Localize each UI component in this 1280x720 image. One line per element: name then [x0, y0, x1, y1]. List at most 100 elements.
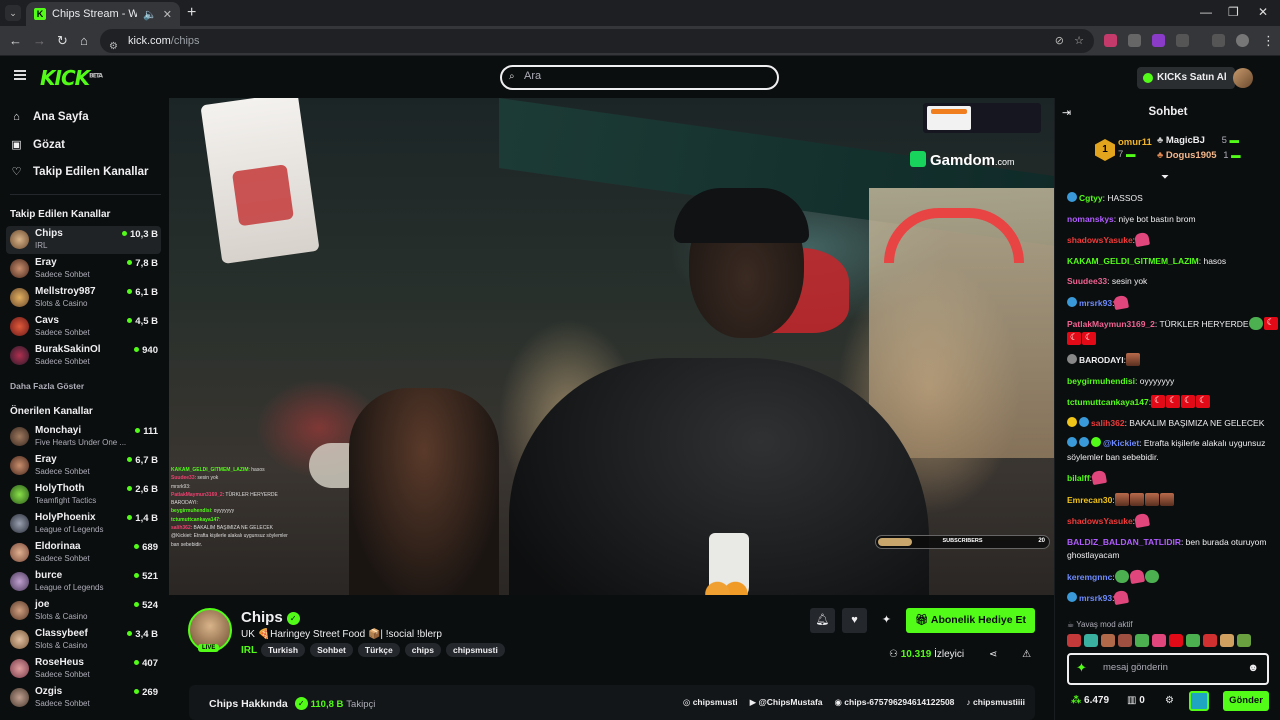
follow-heart-button[interactable]: ♥ [842, 608, 867, 633]
back-icon[interactable]: ← [9, 33, 22, 48]
search-box[interactable]: ⌕ [500, 65, 779, 90]
kick-logo[interactable]: KICKBETA [40, 66, 103, 90]
emoji-icon[interactable]: ☻ [1247, 662, 1259, 674]
tag[interactable]: Turkish [261, 643, 306, 657]
channel-classybeef[interactable]: Classybeef Slots & Casino 3,4 B [6, 626, 161, 654]
show-more-link[interactable]: Daha Fazla Göster [10, 381, 84, 391]
chat-username[interactable]: bilalff [1067, 473, 1090, 483]
chat-username[interactable]: shadowsYasuke [1067, 516, 1133, 526]
tab-mute-icon[interactable]: 🔈 [143, 8, 157, 21]
forward-icon[interactable]: → [33, 33, 46, 48]
reload-icon[interactable]: ↻ [57, 33, 68, 49]
chat-username[interactable]: mrsrk93 [1079, 298, 1112, 308]
address-bar[interactable]: ⚙ kick.com/chips ⊘ ☆ [100, 29, 1094, 53]
chat-badge-icon[interactable] [1189, 691, 1209, 711]
chat-username[interactable]: tctumuttcankaya147 [1067, 397, 1149, 407]
tag[interactable]: chipsmusti [445, 643, 505, 657]
chat-username[interactable]: beygirmuhendisi [1067, 376, 1135, 386]
chat-username[interactable]: BALDIZ_BALDAN_TATLIDIR [1067, 537, 1181, 547]
bookmark-star-icon[interactable]: ☆ [1074, 29, 1084, 53]
home-browser-icon[interactable]: ⌂ [80, 33, 88, 48]
tag[interactable]: Sohbet [310, 643, 353, 657]
emote-button[interactable] [1237, 634, 1251, 647]
channel-eray[interactable]: Eray Sadece Sohbet 6,7 B [6, 452, 161, 480]
channel-holyphoenix[interactable]: HolyPhoenix League of Legends 1,4 B [6, 510, 161, 538]
profile-icon[interactable] [1236, 34, 1249, 47]
channel-mellstroy987[interactable]: Mellstroy987 Slots & Casino 6,1 B [6, 284, 161, 312]
stream-category[interactable]: IRL [241, 645, 257, 656]
channel-roseheus[interactable]: RoseHeus Sadece Sohbet 407 [6, 655, 161, 683]
report-icon[interactable]: ⚠ [1022, 649, 1031, 660]
chat-settings-icon[interactable]: ⚙ [1165, 695, 1174, 706]
tab-search-icon[interactable]: ⌄ [5, 5, 21, 21]
emote-button[interactable] [1203, 634, 1217, 647]
browser-menu-icon[interactable]: ⋮ [1262, 33, 1275, 49]
tag[interactable]: Türkçe [357, 643, 400, 657]
video-player[interactable]: Gamdom.com KAKAM_GELDI_GITMEM_LAZIM: has… [169, 98, 1054, 595]
chat-filter-icon[interactable]: ⏷ [1161, 172, 1169, 183]
chat-username[interactable]: @Kickiet [1103, 438, 1139, 448]
discord-link[interactable]: ◉ chips-675796294614122508 [835, 697, 955, 708]
chat-username[interactable]: PatlakMaymun3169_2 [1067, 319, 1155, 329]
channel-eray[interactable]: Eray Sadece Sohbet 7,8 B [6, 255, 161, 283]
user-avatar[interactable] [1233, 68, 1253, 88]
extensions-puzzle-icon[interactable] [1176, 34, 1189, 47]
streamer-name[interactable]: Chips ✓ [241, 609, 300, 626]
eye-off-icon[interactable]: ⊘ [1055, 29, 1064, 53]
minimize-icon[interactable]: — [1200, 5, 1212, 19]
notification-bell-button[interactable]: 🔔︎ [810, 608, 835, 633]
new-tab-icon[interactable]: + [187, 4, 196, 22]
emote-button[interactable] [1135, 634, 1149, 647]
send-button[interactable]: Gönder [1223, 691, 1269, 711]
channel-holythoth[interactable]: HolyThoth Teamfight Tactics 2,6 B [6, 481, 161, 509]
chat-username[interactable]: KAKAM_GELDI_GITMEM_LAZIM [1067, 256, 1199, 266]
chat-username[interactable]: keremgnnc [1067, 572, 1112, 582]
chat-username[interactable]: BARODAYI [1079, 355, 1124, 365]
nav-following[interactable]: ♡ Takip Edilen Kanallar [10, 165, 149, 179]
emote-button[interactable] [1118, 634, 1132, 647]
emote-button[interactable] [1101, 634, 1115, 647]
share-icon[interactable]: ⋖ [989, 649, 997, 660]
extension-icon[interactable] [1152, 34, 1165, 47]
nav-home[interactable]: ⌂ Ana Sayfa [10, 111, 88, 123]
media-control-icon[interactable] [1212, 34, 1225, 47]
channel-joe[interactable]: joe Slots & Casino 524 [6, 597, 161, 625]
emote-button[interactable] [1067, 634, 1081, 647]
kicks-balance[interactable]: ⁂ 6.479 [1071, 695, 1109, 706]
chat-username[interactable]: salih362 [1091, 418, 1125, 428]
close-window-icon[interactable]: ✕ [1258, 5, 1268, 19]
chat-username[interactable]: Cgtyy [1079, 193, 1103, 203]
tag[interactable]: chips [404, 643, 441, 657]
buy-kicks-button[interactable]: KICKs Satın Al [1137, 67, 1235, 89]
shield-icon[interactable] [1128, 34, 1141, 47]
nav-browse[interactable]: ▣ Gözat [10, 138, 65, 152]
emote-button[interactable] [1186, 634, 1200, 647]
chat-username[interactable]: shadowsYasuke [1067, 235, 1133, 245]
instagram-link[interactable]: ◎ chipsmusti [683, 697, 738, 708]
chat-message-input[interactable] [1103, 662, 1243, 673]
youtube-link[interactable]: ▶ @ChipsMustafa [750, 697, 823, 708]
search-input[interactable] [524, 70, 764, 82]
gift-subscription-button[interactable]: 🎁︎ Abonelik Hediye Et [906, 608, 1035, 633]
channel-buraksakinol[interactable]: BurakSakinOl Sadece Sohbet 940 [6, 342, 161, 370]
emote-button[interactable] [1084, 634, 1098, 647]
extension-icon[interactable] [1104, 34, 1117, 47]
emote-button[interactable] [1169, 634, 1183, 647]
tiktok-link[interactable]: ♪ chipsmustiiii [966, 697, 1025, 708]
sparkle-button[interactable]: ✦ [874, 608, 899, 633]
emote-button[interactable] [1152, 634, 1166, 647]
chat-username[interactable]: mrsrk93 [1079, 593, 1112, 603]
channel-chips[interactable]: Chips IRL 10,3 B [6, 226, 161, 254]
channel-burce[interactable]: burce League of Legends 521 [6, 568, 161, 596]
browser-tab[interactable]: K Chips Stream - Watch Live ... 🔈 ✕ [26, 2, 180, 26]
tab-close-icon[interactable]: ✕ [163, 8, 172, 21]
menu-icon[interactable] [14, 70, 26, 80]
chat-username[interactable]: nomanskys [1067, 214, 1114, 224]
emote-button[interactable] [1220, 634, 1234, 647]
chat-input-box[interactable]: ✦ ☻ [1067, 653, 1269, 685]
chat-username[interactable]: Emrecan30 [1067, 495, 1112, 505]
gift-count[interactable]: ▥ 0 [1127, 695, 1145, 706]
channel-ozgis[interactable]: Ozgis Sadece Sohbet 269 [6, 684, 161, 712]
maximize-icon[interactable]: ❐ [1228, 5, 1239, 19]
channel-monchayi[interactable]: Monchayi Five Hearts Under One ... 111 [6, 423, 161, 451]
